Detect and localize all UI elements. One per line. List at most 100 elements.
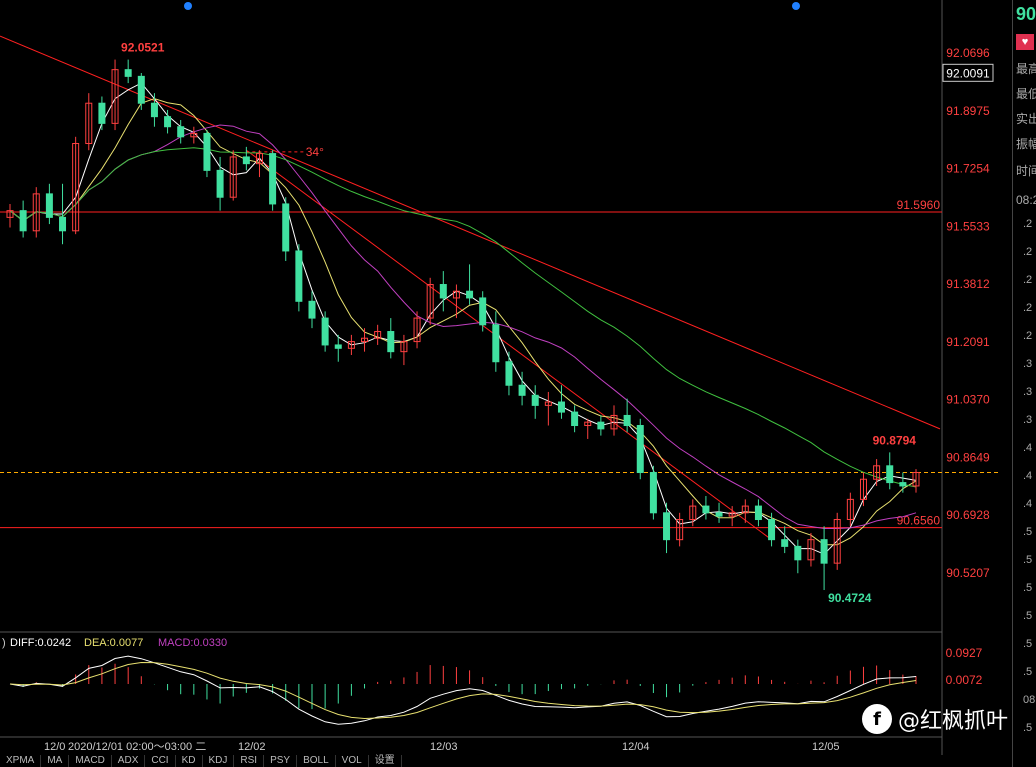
side-tick: .4 — [1023, 498, 1033, 510]
candle-body — [702, 505, 710, 514]
ma-line-2 — [9, 124, 917, 529]
side-tick: 08:2 — [1023, 694, 1036, 706]
tab-kd[interactable]: KD — [176, 755, 203, 767]
side-tick: .5 — [1023, 582, 1033, 594]
horizontal-levels: 91.5960 90.6560 — [0, 198, 1000, 529]
price-axis-label: 91.2091 — [946, 335, 990, 349]
candle-body — [636, 425, 644, 474]
indicator-tabs: XPMA MA MACD ADX CCI KD KDJ RSI PSY BOLL… — [0, 755, 1036, 767]
side-tick: .2 — [1023, 330, 1033, 342]
side-tick: .5 — [1023, 554, 1033, 566]
price-axis: 92.0696 92.0091 91.8975 91.7254 91.5533 91.38… — [942, 46, 994, 580]
price-axis-label: 91.3812 — [946, 277, 990, 291]
candle-body — [899, 482, 907, 487]
macd-value-label: MACD:0.0330 — [158, 637, 227, 649]
candle-body — [505, 361, 513, 386]
tab-boll[interactable]: BOLL — [297, 755, 336, 767]
candle-body — [518, 384, 526, 396]
candle-body — [295, 250, 303, 302]
candle-body — [663, 512, 671, 541]
candle-body — [492, 324, 500, 363]
marker-dot — [792, 2, 800, 10]
candle-body — [794, 545, 802, 561]
price-axis-label: 91.7254 — [946, 162, 990, 176]
marker-dot — [184, 2, 192, 10]
dea-line — [9, 661, 917, 720]
angle-label: 34° — [306, 145, 324, 159]
candle-body — [439, 284, 447, 299]
candle-body — [334, 344, 342, 349]
side-row-5: 08:2 — [1016, 193, 1036, 207]
tab-vol[interactable]: VOL — [336, 755, 369, 767]
macd-dea-label: DEA:0.0077 — [84, 637, 143, 649]
watermark: f @红枫抓叶 — [862, 703, 1008, 735]
candle-body — [531, 394, 539, 406]
candle-body — [216, 169, 224, 198]
price-axis-label: 91.0370 — [946, 393, 990, 407]
side-tick: .4 — [1023, 470, 1033, 482]
candle-body — [308, 300, 316, 319]
ma-line-3 — [9, 147, 917, 488]
candle-body — [19, 210, 27, 232]
tab-kdj[interactable]: KDJ — [203, 755, 235, 767]
tab-ma[interactable]: MA — [41, 755, 70, 767]
candle-body — [597, 421, 605, 430]
watermark-logo-icon: f — [862, 704, 892, 734]
side-tick: .3 — [1023, 358, 1033, 370]
price-chart: 91.596090.6560 92.052190.879490.472434° … — [0, 0, 1000, 755]
candle-body — [820, 539, 828, 564]
tab-cci[interactable]: CCI — [145, 755, 176, 767]
side-tick: .4 — [1023, 442, 1033, 454]
tab-adx[interactable]: ADX — [112, 755, 146, 767]
macd-prefix: ) — [2, 637, 6, 649]
tab-xpma[interactable]: XPMA — [0, 755, 42, 767]
side-row-0: 最高 — [1016, 62, 1036, 76]
level-label: 90.6560 — [897, 514, 941, 528]
candle-body — [164, 116, 172, 128]
candle-body — [150, 102, 158, 118]
candle-body — [45, 193, 53, 218]
side-price: 90 — [1016, 4, 1036, 24]
side-row-1: 最低 — [1016, 87, 1036, 101]
side-tick: .5 — [1023, 666, 1033, 678]
candle-body — [571, 411, 579, 427]
side-tick: .5 — [1023, 638, 1033, 650]
side-tick: .5 — [1023, 610, 1033, 622]
candle-body — [203, 132, 211, 171]
side-tick: .2 — [1023, 218, 1033, 230]
candle-body — [242, 156, 250, 165]
tab-psy[interactable]: PSY — [264, 755, 298, 767]
time-label: 12/03 — [430, 741, 458, 753]
tab-settings[interactable]: 设置 — [369, 755, 402, 767]
level-label: 91.5960 — [897, 198, 941, 212]
side-tick: .3 — [1023, 414, 1033, 426]
candle-body — [387, 331, 395, 353]
price-axis-label: 91.8975 — [946, 104, 990, 118]
tab-rsi[interactable]: RSI — [234, 755, 265, 767]
tab-macd[interactable]: MACD — [69, 755, 112, 767]
macd-diff-label: DIFF:0.0242 — [10, 637, 71, 649]
candle-body — [781, 539, 789, 547]
candle-body — [886, 465, 894, 484]
diff-line — [9, 655, 917, 725]
side-row-2: 实出 — [1016, 112, 1036, 126]
watermark-text: @红枫抓叶 — [898, 709, 1009, 734]
macd-axis-label: 0.0927 — [946, 646, 983, 660]
high-label: 92.0521 — [121, 41, 165, 55]
candle-body — [754, 505, 762, 521]
moving-average-lines — [9, 82, 917, 555]
candle-body — [282, 203, 290, 252]
price-axis-label: 90.8649 — [946, 450, 990, 464]
candle-body — [649, 472, 657, 514]
price-axis-label: 92.0696 — [946, 46, 990, 60]
time-label: 12/05 — [812, 741, 840, 753]
price-axis-label: 90.5207 — [946, 566, 990, 580]
side-tick: .5 — [1023, 526, 1033, 538]
quote-side-panel: 90 ♥ 最高 最低 实出 振幅 时间 08:2 .2 .2 .2 .2 .2 .3 .3.… — [1012, 0, 1036, 767]
candle-body — [466, 290, 474, 299]
time-label: 12/04 — [622, 741, 650, 753]
side-tick: .3 — [1023, 386, 1033, 398]
candle-body — [557, 401, 565, 413]
candle-body — [768, 519, 776, 541]
favorite-icon[interactable]: ♥ — [1016, 34, 1034, 50]
